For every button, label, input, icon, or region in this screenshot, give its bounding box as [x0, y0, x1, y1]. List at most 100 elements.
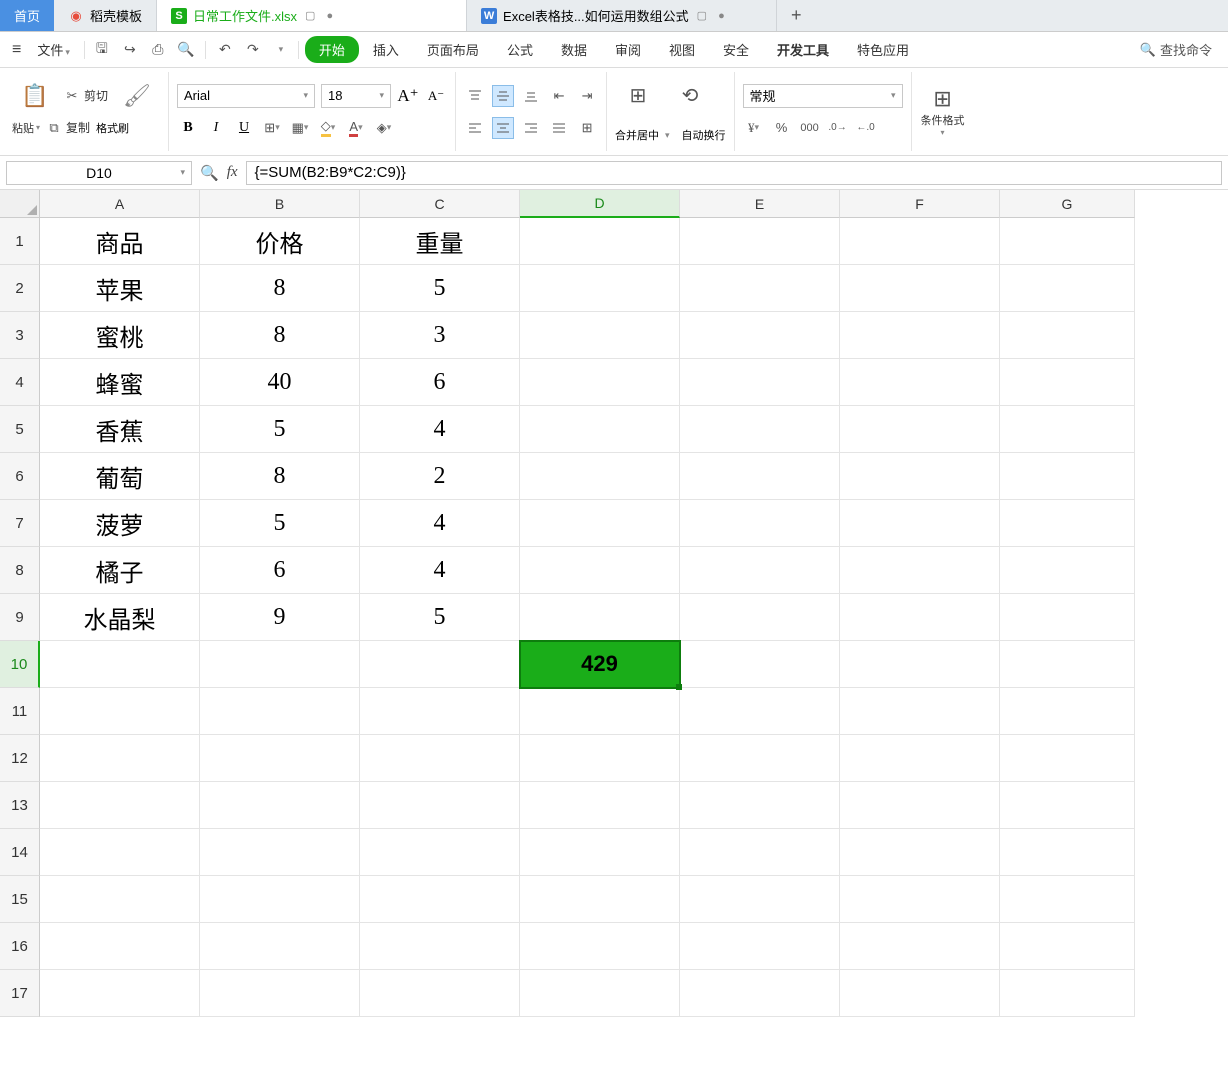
cell[interactable]: 香蕉 — [40, 406, 200, 453]
align-bottom-button[interactable] — [520, 85, 542, 107]
cell[interactable] — [840, 923, 1000, 970]
cell[interactable] — [360, 641, 520, 688]
orientation-button[interactable]: ⊞ — [576, 117, 598, 139]
cell[interactable]: 菠萝 — [40, 500, 200, 547]
cell[interactable] — [200, 782, 360, 829]
wrap-button[interactable]: ⟲ — [667, 83, 713, 108]
row-header[interactable]: 7 — [0, 500, 40, 547]
column-header[interactable]: F — [840, 190, 1000, 218]
decrease-font-button[interactable]: A⁻ — [425, 85, 447, 107]
file-menu[interactable]: 文件 — [29, 40, 78, 59]
tab-window-controls-2[interactable]: ▢ ● — [697, 9, 729, 22]
paste-dropdown[interactable]: 粘贴▾ — [12, 120, 40, 136]
cell[interactable] — [840, 829, 1000, 876]
cell[interactable] — [680, 876, 840, 923]
cell[interactable] — [520, 594, 680, 641]
cell[interactable]: 3 — [360, 312, 520, 359]
cell[interactable] — [520, 735, 680, 782]
cell[interactable] — [520, 500, 680, 547]
cell[interactable] — [40, 735, 200, 782]
comma-button[interactable]: 000 — [799, 117, 821, 139]
row-header[interactable]: 2 — [0, 265, 40, 312]
underline-button[interactable]: U — [233, 117, 255, 139]
row-header[interactable]: 13 — [0, 782, 40, 829]
cell[interactable] — [40, 923, 200, 970]
cell[interactable]: 商品 — [40, 218, 200, 265]
cell[interactable] — [40, 782, 200, 829]
cell[interactable] — [680, 406, 840, 453]
tab-home[interactable]: 首页 — [0, 0, 54, 31]
cell[interactable] — [40, 829, 200, 876]
cell[interactable] — [680, 735, 840, 782]
cell[interactable]: 葡萄 — [40, 453, 200, 500]
cell[interactable]: 蜂蜜 — [40, 359, 200, 406]
cell[interactable] — [200, 735, 360, 782]
cell[interactable] — [1000, 641, 1135, 688]
cell[interactable] — [680, 359, 840, 406]
cell[interactable] — [40, 641, 200, 688]
cell[interactable] — [680, 312, 840, 359]
cell[interactable] — [840, 453, 1000, 500]
cell[interactable] — [680, 923, 840, 970]
cell[interactable] — [840, 688, 1000, 735]
cell[interactable]: 4 — [360, 547, 520, 594]
cell[interactable] — [520, 876, 680, 923]
cell[interactable] — [200, 923, 360, 970]
merge-button[interactable]: ⊞ — [615, 83, 661, 108]
cell[interactable] — [1000, 312, 1135, 359]
select-all-corner[interactable] — [0, 190, 40, 218]
cell[interactable] — [40, 876, 200, 923]
cell[interactable] — [520, 970, 680, 1017]
cell[interactable] — [680, 970, 840, 1017]
column-header[interactable]: B — [200, 190, 360, 218]
cell[interactable] — [1000, 406, 1135, 453]
number-format-dropdown[interactable]: 常规 ▾ — [743, 84, 903, 108]
menu-security[interactable]: 安全 — [709, 34, 763, 65]
row-header[interactable]: 3 — [0, 312, 40, 359]
increase-decimal-button[interactable]: .0→ — [827, 117, 849, 139]
undo-icon[interactable]: ↶ — [216, 41, 234, 59]
cell[interactable] — [360, 876, 520, 923]
row-header[interactable]: 10 — [0, 641, 40, 688]
cell[interactable] — [840, 359, 1000, 406]
qat-more-icon[interactable]: ▾ — [272, 41, 290, 59]
cell[interactable] — [680, 829, 840, 876]
cell[interactable]: 2 — [360, 453, 520, 500]
zoom-cell-icon[interactable]: 🔍 — [200, 164, 219, 182]
increase-font-button[interactable]: A⁺ — [397, 85, 419, 107]
fx-icon[interactable]: fx — [227, 164, 238, 181]
cell[interactable] — [680, 688, 840, 735]
cell[interactable] — [520, 829, 680, 876]
fill-color-button[interactable]: ◇▾ — [317, 117, 339, 139]
cell[interactable] — [1000, 876, 1135, 923]
name-box[interactable]: D10 ▾ — [6, 161, 192, 185]
cell[interactable] — [1000, 218, 1135, 265]
cell[interactable]: 重量 — [360, 218, 520, 265]
cell[interactable]: 水晶梨 — [40, 594, 200, 641]
cell[interactable] — [520, 218, 680, 265]
column-header[interactable]: A — [40, 190, 200, 218]
cell[interactable]: 蜜桃 — [40, 312, 200, 359]
cond-format-button[interactable]: ⊞ 条件格式▾ — [920, 86, 966, 137]
cell[interactable]: 橘子 — [40, 547, 200, 594]
cell[interactable] — [520, 782, 680, 829]
cell[interactable] — [360, 782, 520, 829]
cell[interactable] — [680, 218, 840, 265]
cell[interactable] — [1000, 453, 1135, 500]
save-icon[interactable]: 🖫 — [93, 41, 111, 59]
row-header[interactable]: 14 — [0, 829, 40, 876]
tab-window-controls[interactable]: ▢ ● — [305, 9, 337, 22]
cell[interactable]: 5 — [360, 265, 520, 312]
cell[interactable]: 6 — [200, 547, 360, 594]
menu-start[interactable]: 开始 — [305, 36, 359, 63]
cell[interactable]: 5 — [200, 500, 360, 547]
cell[interactable] — [1000, 594, 1135, 641]
menu-page-layout[interactable]: 页面布局 — [413, 34, 493, 65]
cell[interactable]: 5 — [360, 594, 520, 641]
column-header[interactable]: C — [360, 190, 520, 218]
row-header[interactable]: 15 — [0, 876, 40, 923]
bold-button[interactable]: B — [177, 117, 199, 139]
menu-formula[interactable]: 公式 — [493, 34, 547, 65]
cell[interactable] — [680, 453, 840, 500]
cell[interactable] — [200, 641, 360, 688]
